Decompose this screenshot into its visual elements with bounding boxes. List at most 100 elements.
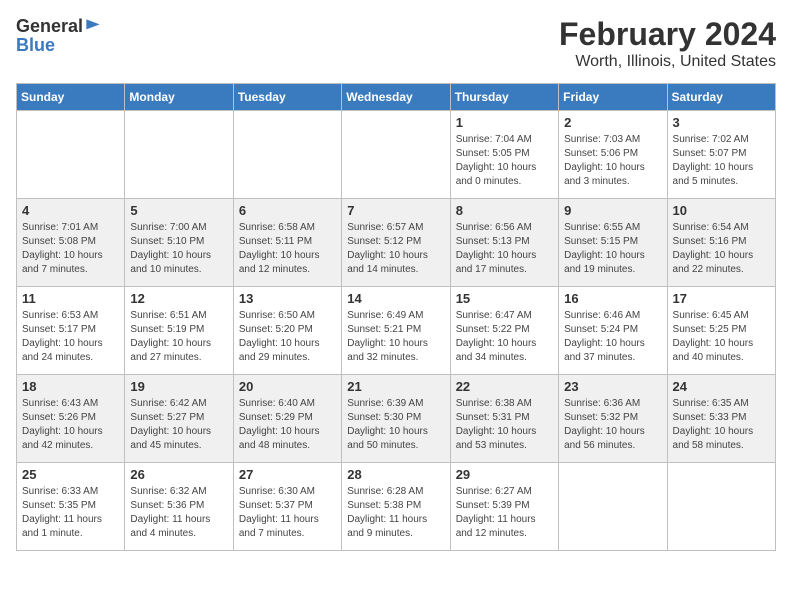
day-info: Sunrise: 6:49 AM Sunset: 5:21 PM Dayligh… (347, 309, 444, 365)
calendar-cell: 16 Sunrise: 6:46 AM Sunset: 5:24 PM Dayli… (559, 287, 667, 375)
day-number: 26 (130, 467, 227, 482)
day-number: 29 (456, 467, 553, 482)
title-area: February 2024 Worth, Illinois, United St… (559, 16, 776, 71)
day-info: Sunrise: 6:43 AM Sunset: 5:26 PM Dayligh… (22, 397, 119, 453)
calendar-cell (125, 111, 233, 199)
calendar-week-row: 4Sunrise: 7:01 AM Sunset: 5:08 PM Daylig… (17, 199, 776, 287)
header: General Blue February 2024 Worth, Illino… (16, 16, 776, 71)
day-number: 10 (673, 203, 770, 218)
day-number: 8 (456, 203, 553, 218)
day-number: 11 (22, 291, 119, 306)
day-info: Sunrise: 6:39 AM Sunset: 5:30 PM Dayligh… (347, 397, 444, 453)
day-info: Sunrise: 6:50 AM Sunset: 5:20 PM Dayligh… (239, 309, 336, 365)
calendar-header-cell-sunday: Sunday (17, 84, 125, 111)
calendar-cell (559, 463, 667, 551)
calendar-cell: 15 Sunrise: 6:47 AM Sunset: 5:22 PM Dayli… (450, 287, 558, 375)
day-info: Sunrise: 6:47 AM Sunset: 5:22 PM Dayligh… (456, 309, 553, 365)
day-info: Sunrise: 6:32 AM Sunset: 5:36 PM Dayligh… (130, 485, 227, 541)
calendar-cell: 12 Sunrise: 6:51 AM Sunset: 5:19 PM Dayli… (125, 287, 233, 375)
calendar-week-row: 25 Sunrise: 6:33 AM Sunset: 5:35 PM Dayli… (17, 463, 776, 551)
calendar-cell: 28 Sunrise: 6:28 AM Sunset: 5:38 PM Dayli… (342, 463, 450, 551)
day-info: Sunrise: 6:55 AM Sunset: 5:15 PM Dayligh… (564, 221, 661, 277)
calendar-cell: 8 Sunrise: 6:56 AM Sunset: 5:13 PM Daylig… (450, 199, 558, 287)
day-info: Sunrise: 6:28 AM Sunset: 5:38 PM Dayligh… (347, 485, 444, 541)
day-info: Sunrise: 6:51 AM Sunset: 5:19 PM Dayligh… (130, 309, 227, 365)
calendar-cell (342, 111, 450, 199)
day-number: 24 (673, 379, 770, 394)
calendar-cell: 11 Sunrise: 6:53 AM Sunset: 5:17 PM Dayli… (17, 287, 125, 375)
day-info: Sunrise: 6:42 AM Sunset: 5:27 PM Dayligh… (130, 397, 227, 453)
day-info: Sunrise: 7:03 AM Sunset: 5:06 PM Dayligh… (564, 133, 661, 189)
day-number: 25 (22, 467, 119, 482)
calendar-cell: 7 Sunrise: 6:57 AM Sunset: 5:12 PM Daylig… (342, 199, 450, 287)
logo-flag-icon (83, 16, 103, 36)
calendar-cell: 23Sunrise: 6:36 AM Sunset: 5:32 PM Dayli… (559, 375, 667, 463)
day-number: 17 (673, 291, 770, 306)
calendar-cell (233, 111, 341, 199)
day-number: 22 (456, 379, 553, 394)
logo: General Blue (16, 16, 103, 56)
day-number: 2 (564, 115, 661, 130)
day-number: 9 (564, 203, 661, 218)
calendar-cell: 20Sunrise: 6:40 AM Sunset: 5:29 PM Dayli… (233, 375, 341, 463)
calendar-cell: 2 Sunrise: 7:03 AM Sunset: 5:06 PM Daylig… (559, 111, 667, 199)
calendar-header-cell-saturday: Saturday (667, 84, 775, 111)
calendar-cell: 26 Sunrise: 6:32 AM Sunset: 5:36 PM Dayli… (125, 463, 233, 551)
calendar-cell: 24 Sunrise: 6:35 AM Sunset: 5:33 PM Dayli… (667, 375, 775, 463)
month-title: February 2024 (559, 16, 776, 53)
calendar-cell: 10 Sunrise: 6:54 AM Sunset: 5:16 PM Dayli… (667, 199, 775, 287)
calendar-cell: 13Sunrise: 6:50 AM Sunset: 5:20 PM Dayli… (233, 287, 341, 375)
calendar-header-cell-friday: Friday (559, 84, 667, 111)
calendar-cell (17, 111, 125, 199)
calendar-cell: 17 Sunrise: 6:45 AM Sunset: 5:25 PM Dayli… (667, 287, 775, 375)
day-number: 5 (130, 203, 227, 218)
day-number: 28 (347, 467, 444, 482)
day-number: 6 (239, 203, 336, 218)
day-number: 12 (130, 291, 227, 306)
calendar-header-cell-monday: Monday (125, 84, 233, 111)
day-info: Sunrise: 6:40 AM Sunset: 5:29 PM Dayligh… (239, 397, 336, 453)
day-number: 1 (456, 115, 553, 130)
calendar-cell: 6 Sunrise: 6:58 AM Sunset: 5:11 PM Daylig… (233, 199, 341, 287)
calendar-header-cell-thursday: Thursday (450, 84, 558, 111)
day-info: Sunrise: 6:46 AM Sunset: 5:24 PM Dayligh… (564, 309, 661, 365)
day-info: Sunrise: 6:30 AM Sunset: 5:37 PM Dayligh… (239, 485, 336, 541)
day-info: Sunrise: 6:54 AM Sunset: 5:16 PM Dayligh… (673, 221, 770, 277)
calendar-cell: 19Sunrise: 6:42 AM Sunset: 5:27 PM Dayli… (125, 375, 233, 463)
calendar-body: 1 Sunrise: 7:04 AM Sunset: 5:05 PM Daylig… (17, 111, 776, 551)
day-info: Sunrise: 6:33 AM Sunset: 5:35 PM Dayligh… (22, 485, 119, 541)
day-number: 7 (347, 203, 444, 218)
calendar-cell: 27 Sunrise: 6:30 AM Sunset: 5:37 PM Dayli… (233, 463, 341, 551)
calendar-cell: 3Sunrise: 7:02 AM Sunset: 5:07 PM Daylig… (667, 111, 775, 199)
logo-text-general: General (16, 17, 83, 35)
day-number: 4 (22, 203, 119, 218)
day-number: 14 (347, 291, 444, 306)
calendar-cell: 25 Sunrise: 6:33 AM Sunset: 5:35 PM Dayli… (17, 463, 125, 551)
calendar-cell: 29Sunrise: 6:27 AM Sunset: 5:39 PM Dayli… (450, 463, 558, 551)
day-number: 27 (239, 467, 336, 482)
calendar-header-cell-tuesday: Tuesday (233, 84, 341, 111)
location-subtitle: Worth, Illinois, United States (559, 53, 776, 71)
calendar-cell: 4Sunrise: 7:01 AM Sunset: 5:08 PM Daylig… (17, 199, 125, 287)
day-number: 18 (22, 379, 119, 394)
calendar-week-row: 1 Sunrise: 7:04 AM Sunset: 5:05 PM Daylig… (17, 111, 776, 199)
day-number: 16 (564, 291, 661, 306)
day-number: 21 (347, 379, 444, 394)
day-info: Sunrise: 6:45 AM Sunset: 5:25 PM Dayligh… (673, 309, 770, 365)
calendar-cell: 9 Sunrise: 6:55 AM Sunset: 5:15 PM Daylig… (559, 199, 667, 287)
calendar-week-row: 11 Sunrise: 6:53 AM Sunset: 5:17 PM Dayli… (17, 287, 776, 375)
day-info: Sunrise: 7:04 AM Sunset: 5:05 PM Dayligh… (456, 133, 553, 189)
calendar-header-row: SundayMondayTuesdayWednesdayThursdayFrid… (17, 84, 776, 111)
calendar-cell: 5Sunrise: 7:00 AM Sunset: 5:10 PM Daylig… (125, 199, 233, 287)
day-info: Sunrise: 6:56 AM Sunset: 5:13 PM Dayligh… (456, 221, 553, 277)
day-info: Sunrise: 6:57 AM Sunset: 5:12 PM Dayligh… (347, 221, 444, 277)
day-info: Sunrise: 6:38 AM Sunset: 5:31 PM Dayligh… (456, 397, 553, 453)
calendar-cell: 21 Sunrise: 6:39 AM Sunset: 5:30 PM Dayli… (342, 375, 450, 463)
day-info: Sunrise: 6:35 AM Sunset: 5:33 PM Dayligh… (673, 397, 770, 453)
day-number: 15 (456, 291, 553, 306)
day-info: Sunrise: 6:53 AM Sunset: 5:17 PM Dayligh… (22, 309, 119, 365)
calendar-cell: 18 Sunrise: 6:43 AM Sunset: 5:26 PM Dayli… (17, 375, 125, 463)
calendar-header-cell-wednesday: Wednesday (342, 84, 450, 111)
day-info: Sunrise: 6:58 AM Sunset: 5:11 PM Dayligh… (239, 221, 336, 277)
day-number: 23 (564, 379, 661, 394)
